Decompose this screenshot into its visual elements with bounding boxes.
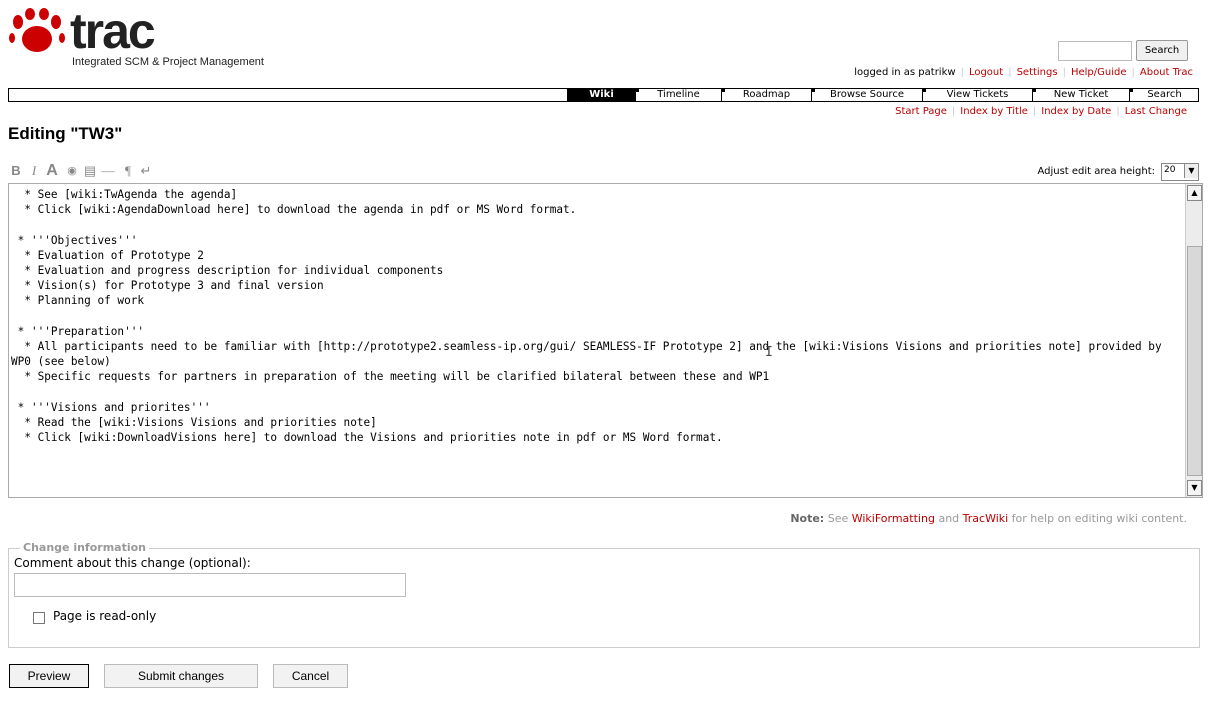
- tab-search[interactable]: Search: [1129, 89, 1199, 101]
- start-page-link[interactable]: Start Page: [895, 106, 947, 117]
- tab-roadmap[interactable]: Roadmap: [721, 89, 811, 101]
- comment-input[interactable]: [14, 573, 406, 597]
- tab-timeline[interactable]: Timeline: [635, 89, 721, 101]
- line-break-icon[interactable]: ↵: [138, 163, 154, 179]
- editor-scrollbar[interactable]: ▲ ▼: [1185, 184, 1202, 497]
- italic-icon[interactable]: I: [26, 163, 42, 179]
- comment-label: Comment about this change (optional):: [14, 556, 251, 570]
- help-note: Note: See WikiFormatting and TracWiki fo…: [790, 512, 1187, 525]
- wikiformatting-link[interactable]: WikiFormatting: [852, 512, 935, 525]
- page-title: Editing "TW3": [8, 124, 123, 143]
- scroll-up-icon[interactable]: ▲: [1187, 185, 1202, 201]
- trac-logo[interactable]: trac Integrated SCM & Project Management: [8, 3, 264, 68]
- about-trac-link[interactable]: About Trac: [1140, 67, 1193, 78]
- tab-view-tickets[interactable]: View Tickets: [922, 89, 1032, 101]
- logged-in-status: logged in as patrikw: [854, 67, 956, 78]
- scrollbar-thumb[interactable]: [1187, 246, 1202, 476]
- search-input[interactable]: [1058, 41, 1132, 61]
- change-information-legend: Change information: [20, 541, 149, 554]
- main-nav: Wiki Timeline Roadmap Browse Source View…: [8, 88, 1199, 102]
- edit-height-select[interactable]: 20 ▼: [1161, 163, 1199, 181]
- scroll-down-icon[interactable]: ▼: [1187, 480, 1202, 496]
- settings-link[interactable]: Settings: [1017, 67, 1058, 78]
- search-button[interactable]: Search: [1136, 40, 1188, 61]
- logout-link[interactable]: Logout: [969, 67, 1003, 78]
- readonly-label[interactable]: Page is read-only: [53, 609, 156, 623]
- editor-content[interactable]: * See [wiki:TwAgenda the agenda] * Click…: [11, 187, 1181, 445]
- paragraph-icon[interactable]: ¶: [120, 163, 136, 179]
- preview-button[interactable]: Preview: [9, 664, 89, 688]
- paw-icon: [9, 8, 65, 52]
- help-guide-link[interactable]: Help/Guide: [1071, 67, 1127, 78]
- readonly-checkbox[interactable]: [33, 612, 45, 624]
- note-prefix: Note:: [790, 512, 825, 525]
- logo-tagline: Integrated SCM & Project Management: [72, 56, 264, 68]
- cancel-button[interactable]: Cancel: [273, 664, 348, 688]
- tab-browse-source[interactable]: Browse Source: [811, 89, 922, 101]
- link-icon[interactable]: ◉: [64, 163, 80, 179]
- index-by-title-link[interactable]: Index by Title: [960, 106, 1028, 117]
- chevron-down-icon[interactable]: ▼: [1184, 164, 1198, 178]
- wiki-text-editor[interactable]: * See [wiki:TwAgenda the agenda] * Click…: [8, 183, 1203, 498]
- meta-nav: logged in as patrikw | Logout | Settings | Hel…: [854, 67, 1193, 78]
- bold-icon[interactable]: B: [8, 163, 24, 179]
- heading-icon[interactable]: A: [44, 163, 60, 179]
- submit-changes-button[interactable]: Submit changes: [104, 664, 258, 688]
- tab-wiki[interactable]: Wiki: [567, 89, 635, 101]
- horizontal-rule-icon[interactable]: —: [100, 163, 116, 179]
- tracwiki-link[interactable]: TracWiki: [963, 512, 1009, 525]
- index-by-date-link[interactable]: Index by Date: [1041, 106, 1111, 117]
- edit-height-value: 20: [1164, 165, 1176, 175]
- code-block-icon[interactable]: ▤: [82, 163, 98, 179]
- tab-new-ticket[interactable]: New Ticket: [1032, 89, 1129, 101]
- text-cursor-icon: I: [765, 345, 773, 360]
- logo-wordmark: trac: [70, 3, 156, 59]
- edit-height-label: Adjust edit area height:: [1037, 166, 1155, 177]
- last-change-link[interactable]: Last Change: [1125, 106, 1187, 117]
- context-nav: Start Page | Index by Title | Index by Date |…: [895, 106, 1187, 117]
